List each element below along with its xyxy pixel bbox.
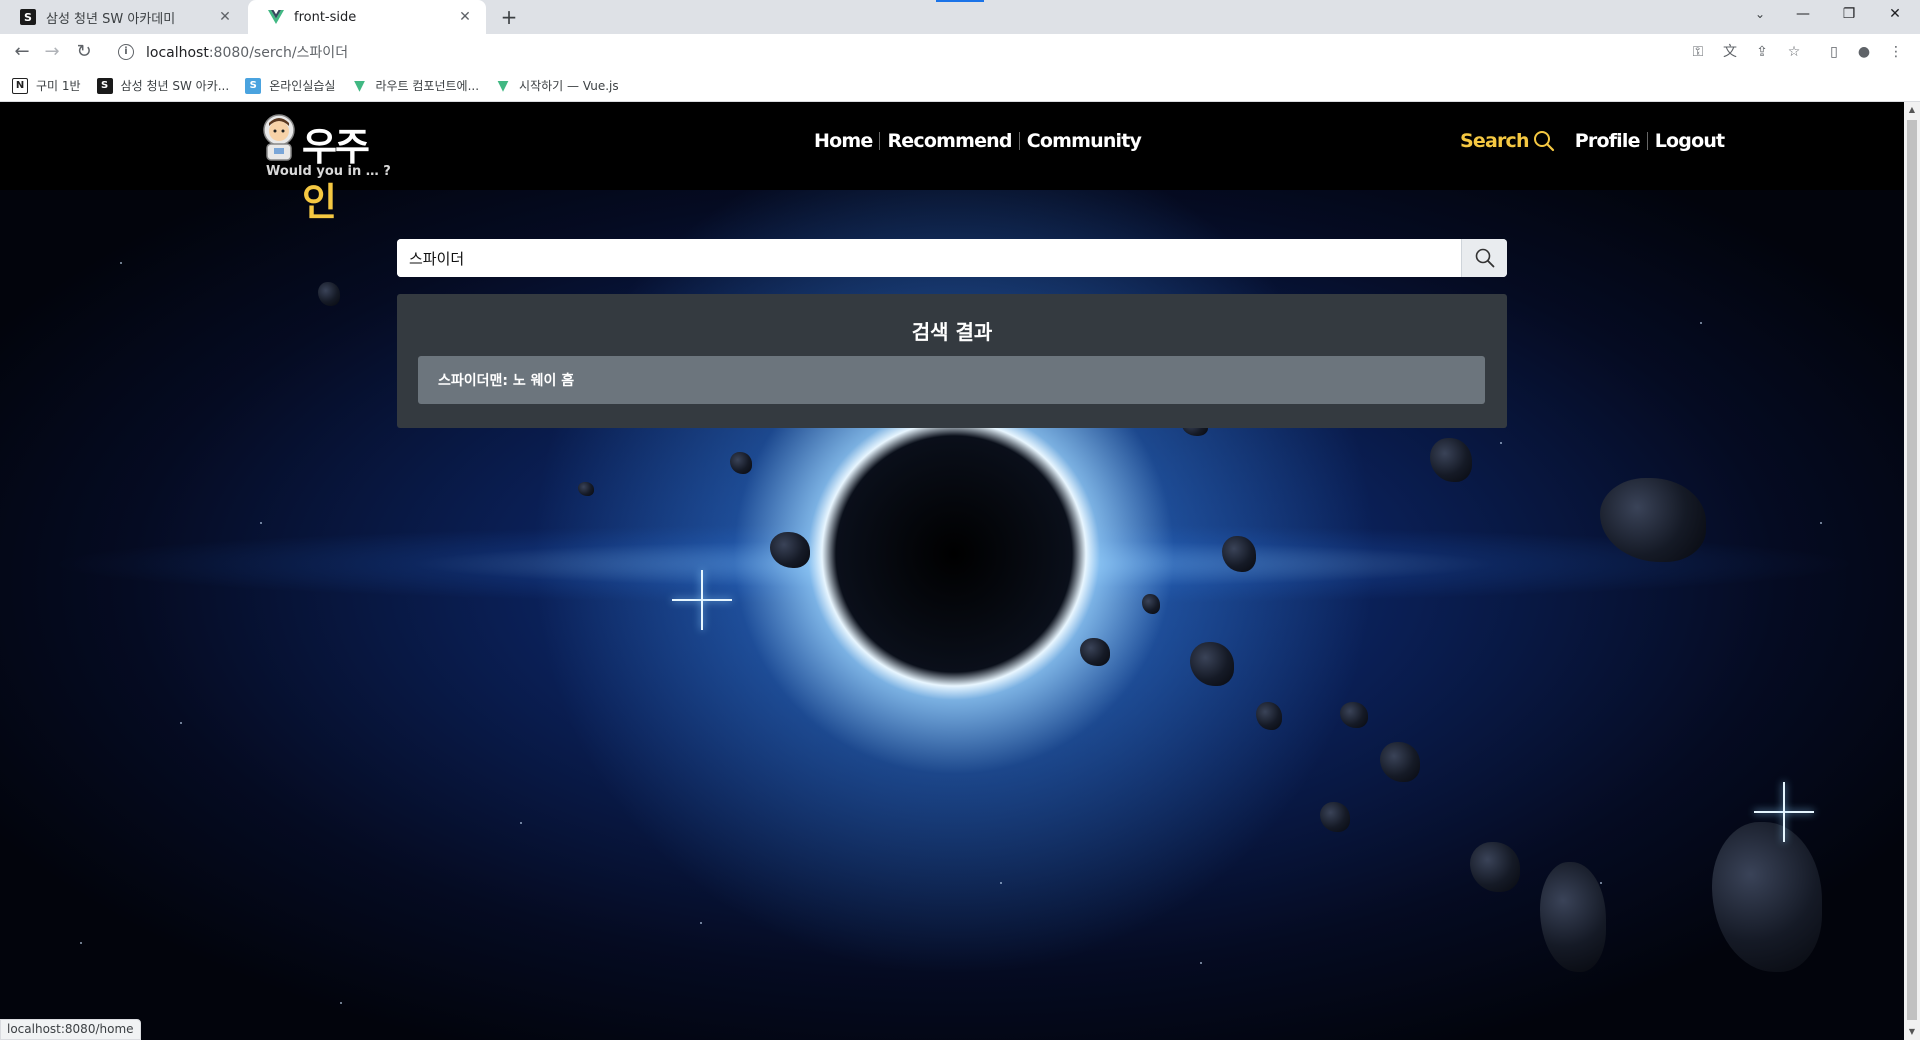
asteroid (1430, 438, 1472, 482)
scroll-down-icon[interactable]: ▼ (1904, 1024, 1920, 1040)
bookmark-ssafy[interactable]: S 삼성 청년 SW 아카... (96, 77, 230, 94)
nav-recommend[interactable]: Recommend (887, 130, 1012, 152)
bookmark-vue-start[interactable]: ▼ 시작하기 — Vue.js (495, 77, 619, 94)
movie-search-bar (397, 239, 1507, 277)
bookmark-route-component[interactable]: ▼ 라우트 컴포넌트에... (351, 77, 479, 94)
asteroid (770, 532, 810, 568)
asteroid (1256, 702, 1282, 730)
asteroid (1142, 594, 1160, 614)
samsung-icon: S (96, 77, 113, 94)
asteroid (730, 452, 752, 474)
tab-title: front-side (294, 9, 357, 25)
page-background: 우주인 Would you in … ? Home Recommend Comm… (0, 102, 1904, 1040)
nav-home[interactable]: Home (814, 130, 873, 152)
asteroid (1222, 536, 1256, 572)
address-bar[interactable]: i localhost:8080/serch/스파이더 (110, 38, 1694, 66)
logo-tagline: Would you in … ? (266, 164, 391, 179)
password-key-icon[interactable]: ⚿ (1686, 40, 1710, 64)
main-nav: Home Recommend Community (814, 130, 1142, 152)
address-url[interactable]: localhost:8080/serch/스파이더 (146, 42, 348, 62)
asteroid (1080, 638, 1110, 666)
bookmark-online-lab[interactable]: S 온라인실습실 (245, 77, 335, 94)
asteroid (1340, 702, 1368, 728)
nav-divider (1018, 132, 1020, 150)
tab-title: 삼성 청년 SW 아카데미 (46, 11, 176, 27)
site-info-icon[interactable]: i (118, 44, 134, 60)
page-scrollbar[interactable]: ▲ ▼ (1904, 102, 1920, 1040)
asteroid (1320, 802, 1350, 832)
asteroid (1540, 862, 1606, 972)
browser-toolbar: ← → ↻ i localhost:8080/serch/스파이더 (0, 34, 1920, 70)
profile-avatar-icon[interactable]: ● (1852, 40, 1876, 64)
scroll-up-icon[interactable]: ▲ (1904, 102, 1920, 118)
search-input[interactable] (397, 239, 1461, 277)
asteroid (318, 282, 340, 306)
asteroid (1380, 742, 1420, 782)
browser-tab-ssafy[interactable]: S 삼성 청년 SW 아카데미 ✕ (0, 0, 246, 34)
forward-icon[interactable]: → (38, 38, 66, 66)
nav-divider (1646, 132, 1648, 150)
share-icon[interactable]: ⇪ (1750, 40, 1774, 64)
reload-icon[interactable]: ↻ (70, 38, 98, 66)
results-title: 검색 결과 (911, 320, 993, 344)
bookmark-label: 시작하기 — Vue.js (519, 79, 619, 93)
minimize-icon[interactable]: — (1780, 0, 1826, 30)
site-navbar: 우주인 Would you in … ? Home Recommend Comm… (0, 102, 1904, 224)
samsung-favicon-icon: S (20, 9, 36, 25)
tab-search-icon[interactable]: ⌄ (1748, 0, 1772, 30)
window-close-icon[interactable]: ✕ (1872, 0, 1918, 30)
bookmark-gumi[interactable]: N 구미 1반 (12, 77, 81, 94)
user-nav: Search Profile Logout (1460, 130, 1725, 152)
star-flare (672, 570, 732, 630)
site-logo[interactable]: 우주인 Would you in … ? (258, 112, 398, 224)
search-icon (1475, 248, 1494, 268)
nav-divider (879, 132, 881, 150)
online-icon: S (245, 77, 262, 94)
bookmark-label: 구미 1반 (36, 79, 81, 93)
result-item[interactable]: 스파이더맨: 노 웨이 홈 (418, 356, 1485, 404)
nav-community[interactable]: Community (1027, 130, 1142, 152)
scrollbar-thumb[interactable] (1907, 120, 1917, 1020)
vue-favicon-icon (268, 9, 284, 25)
star-flare (1754, 782, 1814, 842)
asteroid (1190, 642, 1234, 686)
browser-tabstrip: S 삼성 청년 SW 아카데미 ✕ front-side ✕ + ⌄ — ❐ ✕ (0, 0, 1920, 34)
search-icon (1533, 131, 1554, 152)
vue-icon: ▼ (497, 77, 509, 94)
asteroid (1600, 478, 1706, 562)
new-tab-button[interactable]: + (496, 5, 522, 31)
browser-tab-front-side[interactable]: front-side ✕ (248, 0, 486, 34)
side-panel-icon[interactable]: ▯ (1822, 40, 1846, 64)
nav-logout[interactable]: Logout (1655, 130, 1725, 152)
nav-profile[interactable]: Profile (1575, 130, 1641, 152)
nav-search[interactable]: Search (1460, 130, 1555, 152)
bookmark-label: 라우트 컴포넌트에... (375, 79, 480, 93)
asteroid (1470, 842, 1520, 892)
bookmark-star-icon[interactable]: ☆ (1782, 40, 1806, 64)
asteroid (578, 482, 594, 496)
tab-indicator (936, 0, 984, 2)
back-icon[interactable]: ← (8, 38, 36, 66)
search-results-panel: 검색 결과 스파이더맨: 노 웨이 홈 (397, 294, 1507, 428)
bookmark-label: 삼성 청년 SW 아카... (120, 79, 230, 93)
translate-icon[interactable]: 文 (1718, 40, 1742, 64)
notion-icon: N (12, 77, 28, 94)
bookmark-label: 온라인실습실 (269, 79, 336, 93)
vue-icon: ▼ (354, 77, 365, 94)
astronaut-icon (263, 114, 295, 161)
search-button[interactable] (1461, 239, 1507, 277)
link-status-bar: localhost:8080/home (0, 1019, 141, 1040)
restore-icon[interactable]: ❐ (1826, 0, 1872, 30)
asteroid (1712, 822, 1822, 972)
close-icon[interactable]: ✕ (456, 9, 474, 25)
nav-search-label: Search (1460, 130, 1530, 152)
close-icon[interactable]: ✕ (216, 9, 234, 25)
menu-kebab-icon[interactable]: ⋮ (1884, 40, 1908, 64)
bookmarks-bar: N 구미 1반 S 삼성 청년 SW 아카... S 온라인실습실 ▼ 라우트 … (0, 70, 1920, 102)
